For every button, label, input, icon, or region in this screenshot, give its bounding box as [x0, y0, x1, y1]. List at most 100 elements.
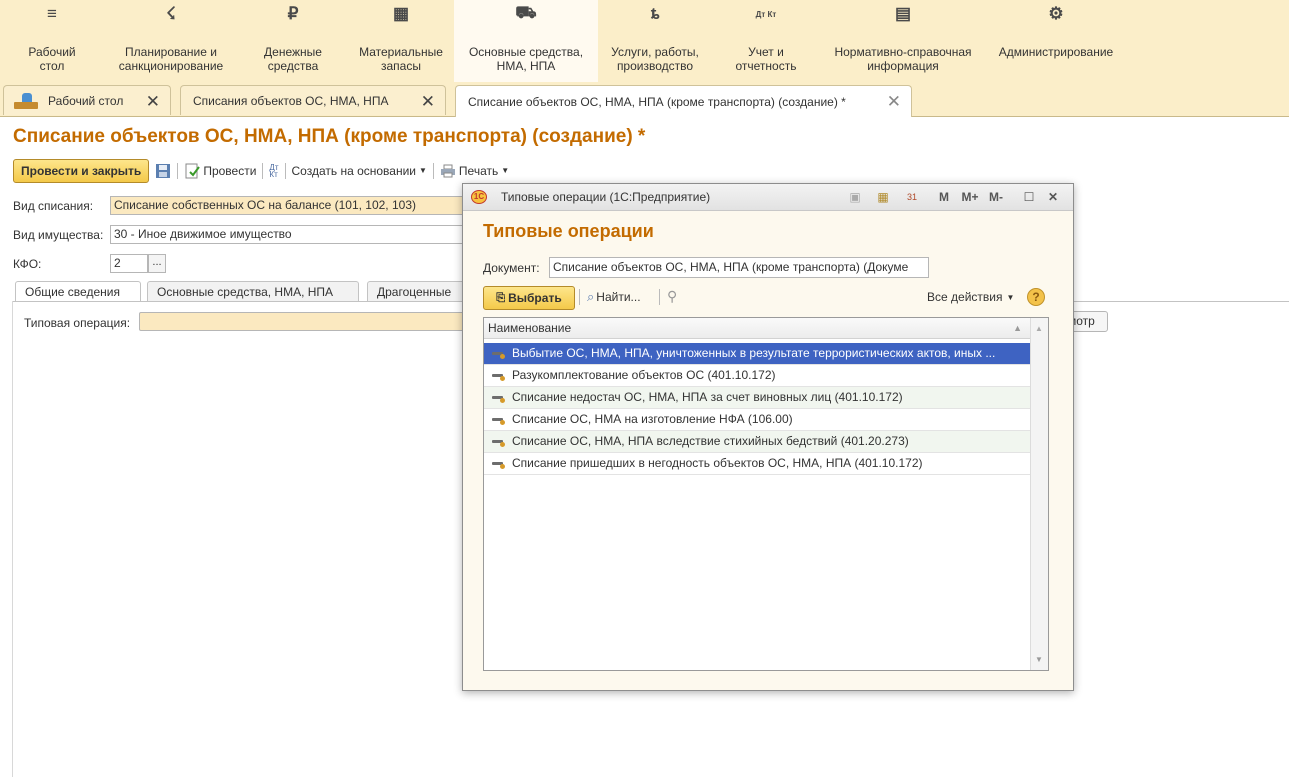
section-planning[interactable]: ☇ Планирование и санкционирование — [104, 0, 238, 82]
section-label: Планирование и санкционирование — [118, 45, 224, 73]
form-border — [12, 301, 13, 777]
tab-label: Списания объектов ОС, НМА, НПА — [193, 93, 389, 108]
tab-write-off-create[interactable]: Списание объектов ОС, НМА, НПА (кроме тр… — [455, 85, 912, 117]
tab-desktop[interactable]: Рабочий стол ✕ — [3, 85, 171, 115]
operation-icon — [492, 416, 506, 425]
tab-write-offs-list[interactable]: Списания объектов ОС, НМА, НПА ✕ — [180, 85, 446, 115]
dialog-title-bar: 1C Типовые операции (1С:Предприятие) ▣ ▦… — [463, 184, 1073, 211]
create-based-on-button[interactable]: Создать на основании ▼ — [292, 164, 427, 178]
save-button[interactable] — [155, 163, 171, 179]
find-label: Найти... — [596, 290, 641, 304]
list-scrollbar[interactable]: ▲ ▼ — [1030, 318, 1048, 670]
section-label: Нормативно-справочная информация — [834, 45, 972, 73]
help-icon[interactable]: ? — [1027, 288, 1045, 306]
section-label: Услуги, работы, производство — [611, 45, 699, 73]
tools-icon: ȶ — [650, 4, 660, 23]
memory-minus-button[interactable]: M- — [985, 188, 1007, 206]
list-item[interactable]: Списание ОС, НМА на изготовление НФА (10… — [484, 409, 1030, 431]
section-accounting[interactable]: Дт Кт Учет и отчетность — [712, 0, 820, 82]
column-header-label: Наименование — [488, 321, 572, 335]
write-off-type-label: Вид списания: — [13, 199, 94, 213]
list-item-label: Списание пришедших в негодность объектов… — [512, 456, 923, 470]
choose-label: Выбрать — [508, 291, 562, 305]
choose-button[interactable]: ⎘ Выбрать — [483, 286, 575, 310]
section-inventory[interactable]: ▦ Материальные запасы — [348, 0, 454, 82]
document-toolbar: Провести и закрыть Провести Дт Кт Создат… — [13, 158, 509, 183]
section-admin[interactable]: ⚙ Администрирование — [986, 0, 1126, 82]
section-reference[interactable]: ▤ Нормативно-справочная информация — [820, 0, 986, 82]
printer-icon — [440, 164, 455, 177]
tab-label: Списание объектов ОС, НМА, НПА (кроме тр… — [468, 94, 846, 109]
list-item[interactable]: Списание пришедших в негодность объектов… — [484, 453, 1030, 475]
close-icon[interactable]: ✕ — [146, 92, 160, 112]
section-services[interactable]: ȶ Услуги, работы, производство — [598, 0, 712, 82]
reference-icon: ▤ — [894, 4, 912, 23]
post-button[interactable]: Провести — [184, 163, 256, 179]
section-label: Денежные средства — [264, 45, 322, 73]
close-icon[interactable]: ✕ — [421, 92, 435, 112]
maximize-icon[interactable]: ☐ — [1021, 188, 1037, 206]
gear-icon: ⚙ — [1048, 4, 1064, 23]
kfo-label: КФО: — [13, 257, 42, 271]
create-based-label: Создать на основании — [291, 163, 417, 178]
list-item-label: Разукомплектование объектов ОС (401.10.1… — [512, 368, 776, 382]
find-button[interactable]: ⌕ Найти... — [587, 289, 641, 305]
section-label: Рабочий стол — [28, 45, 76, 73]
calculator-icon[interactable]: ▦ — [875, 188, 891, 206]
property-type-field[interactable]: 30 - Иное движимое имущество — [110, 225, 470, 244]
print-label: Печать — [458, 163, 499, 178]
tab-precious[interactable]: Драгоценные — [367, 281, 467, 302]
post-and-close-button[interactable]: Провести и закрыть — [13, 158, 150, 183]
dt-kt-button[interactable]: Дт Кт — [269, 163, 278, 178]
list-item[interactable]: Списание ОС, НМА, НПА вследствие стихийн… — [484, 431, 1030, 453]
scroll-up-icon[interactable]: ▲ — [1035, 324, 1043, 333]
chevron-down-icon: ▼ — [419, 166, 427, 175]
typical-operation-label: Типовая операция: — [24, 316, 131, 330]
section-desktop[interactable]: ≡ Рабочий стол — [0, 0, 104, 82]
memory-m-button[interactable]: M — [937, 188, 951, 206]
close-icon[interactable]: ✕ — [1045, 188, 1061, 206]
kfo-field[interactable]: 2 — [110, 254, 148, 273]
list-item-label: Списание ОС, НМА, НПА вследствие стихийн… — [512, 434, 909, 448]
accounting-icon: Дт Кт — [755, 9, 777, 19]
search-icon: ⌕ — [587, 289, 595, 304]
operation-icon — [492, 460, 506, 469]
tab-label: Рабочий стол — [48, 93, 124, 108]
section-label: Учет и отчетность — [735, 45, 797, 73]
page-title: Списание объектов ОС, НМА, НПА (кроме тр… — [13, 126, 646, 147]
dialog-toolbar: ⎘ Выбрать ⌕ Найти... ⚲ Все действия ▼ ? — [483, 286, 1053, 310]
toolbar-divider — [579, 289, 580, 305]
money-icon: ₽ — [287, 4, 299, 23]
sort-icon: ▲ — [1013, 323, 1022, 333]
tab-general[interactable]: Общие сведения — [15, 281, 141, 302]
write-off-type-field[interactable]: Списание собственных ОС на балансе (101,… — [110, 196, 470, 215]
clear-search-icon[interactable]: ⚲ — [667, 288, 677, 305]
kfo-select-button[interactable]: ... — [148, 254, 166, 273]
save-icon — [156, 163, 171, 178]
chevron-down-icon: ▼ — [501, 166, 510, 175]
operation-icon — [492, 394, 506, 403]
operations-list: Наименование ▲ Выбытие ОС, НМА, НПА, уни… — [483, 317, 1049, 671]
link-icon[interactable]: ▣ — [847, 188, 863, 206]
print-button[interactable]: Печать ▼ — [440, 164, 509, 178]
typical-operation-field[interactable] — [139, 312, 469, 331]
all-actions-label: Все действия — [927, 290, 1003, 304]
1c-logo-icon: 1C — [471, 190, 487, 204]
list-item[interactable]: Разукомплектование объектов ОС (401.10.1… — [484, 365, 1030, 387]
document-field[interactable]: Списание объектов ОС, НМА, НПА (кроме тр… — [549, 257, 929, 278]
list-item[interactable]: Списание недостач ОС, НМА, НПА за счет в… — [484, 387, 1030, 409]
section-fixed-assets[interactable]: ⛟ Основные средства, НМА, НПА — [454, 0, 598, 82]
list-item[interactable]: Выбытие ОС, НМА, НПА, уничтоженных в рез… — [484, 343, 1030, 365]
close-icon[interactable]: ✕ — [887, 92, 901, 112]
list-item-label: Выбытие ОС, НМА, НПА, уничтоженных в рез… — [512, 346, 996, 360]
tab-fixed-assets[interactable]: Основные средства, НМА, НПА — [147, 281, 359, 302]
section-label: Администрирование — [998, 45, 1114, 59]
column-header-name[interactable]: Наименование ▲ — [484, 318, 1030, 339]
operation-icon — [492, 372, 506, 381]
all-actions-button[interactable]: Все действия ▼ — [927, 290, 1014, 304]
calendar-icon[interactable]: 31 — [903, 188, 921, 206]
section-label: Материальные запасы — [359, 45, 443, 73]
section-money[interactable]: ₽ Денежные средства — [238, 0, 348, 82]
memory-plus-button[interactable]: M+ — [959, 188, 981, 206]
scroll-down-icon[interactable]: ▼ — [1035, 655, 1043, 664]
